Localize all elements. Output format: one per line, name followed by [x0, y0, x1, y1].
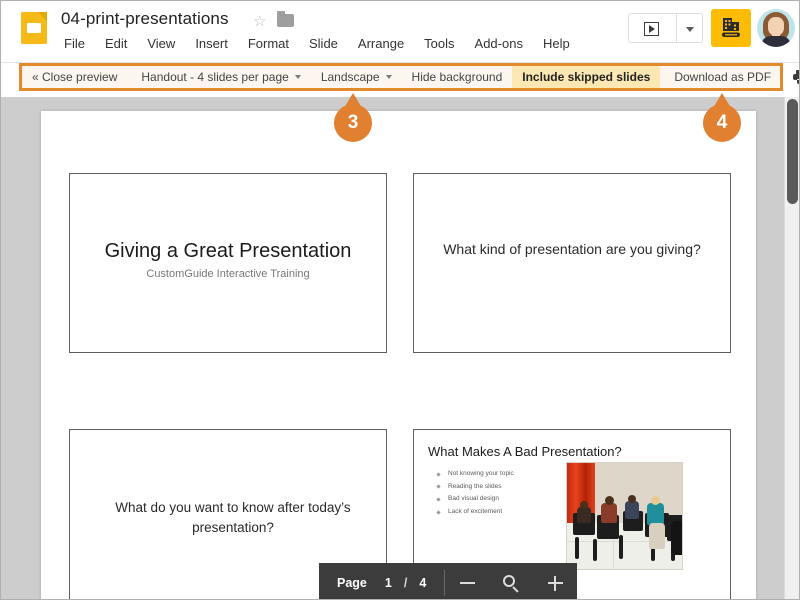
orientation-dropdown-label: Landscape [320, 70, 380, 84]
slide-thumbnail-1[interactable]: Giving a Great Presentation CustomGuide … [69, 173, 387, 353]
printer-icon [793, 70, 799, 84]
minus-icon [459, 582, 475, 584]
hide-background-button[interactable]: Hide background [402, 66, 513, 88]
callout-badge-3: 3 [334, 93, 372, 142]
present-options-button[interactable] [676, 13, 703, 43]
zoom-reset-button[interactable] [489, 563, 533, 599]
zoom-in-button[interactable] [533, 563, 577, 599]
chevron-down-icon [294, 75, 301, 79]
menu-bar: File Edit View Insert Format Slide Arran… [61, 35, 573, 52]
menu-item-file[interactable]: File [61, 35, 88, 52]
current-page-value[interactable]: 1 [377, 576, 400, 590]
share-lock-icon [722, 18, 740, 37]
print-preview-toolbar: « Close preview Handout - 4 slides per p… [19, 63, 799, 91]
layout-dropdown[interactable]: Handout - 4 slides per page [131, 66, 310, 88]
chevron-down-icon [385, 75, 392, 79]
bored-audience-photo [566, 462, 683, 570]
menu-item-arrange[interactable]: Arrange [355, 35, 407, 52]
orientation-dropdown[interactable]: Landscape [311, 66, 402, 88]
list-item: Bad visual design [436, 493, 514, 506]
slide-4-title: What Makes A Bad Presentation? [428, 444, 622, 459]
share-button[interactable] [711, 9, 751, 47]
page-title[interactable]: 04-print-presentations [61, 9, 229, 29]
list-item: Not knowing your topic [436, 468, 514, 481]
print-button[interactable]: Print [787, 70, 799, 84]
page-control-bar: Page 1 / 4 [319, 563, 578, 599]
scrollbar-thumb[interactable] [787, 99, 798, 204]
menu-item-slide[interactable]: Slide [306, 35, 341, 52]
avatar-body [761, 36, 791, 47]
menu-item-insert[interactable]: Insert [192, 35, 231, 52]
page-separator: / [403, 576, 408, 590]
include-skipped-slides-button[interactable]: Include skipped slides [512, 66, 661, 88]
list-item: Lack of excitement [436, 506, 514, 519]
slides-doc-icon [21, 12, 47, 44]
download-as-pdf-button[interactable]: Download as PDF [664, 66, 781, 88]
app-header: 04-print-presentations ☆ File Edit View … [1, 1, 799, 63]
folder-icon[interactable] [277, 11, 294, 27]
slide-thumbnail-2[interactable]: What kind of presentation are you giving… [413, 173, 731, 353]
menu-item-edit[interactable]: Edit [102, 35, 130, 52]
page-label: Page [337, 576, 367, 590]
avatar[interactable] [757, 9, 795, 47]
close-preview-button[interactable]: « Close preview [22, 66, 127, 88]
star-icon[interactable]: ☆ [253, 14, 266, 29]
print-page: Giving a Great Presentation CustomGuide … [41, 111, 756, 599]
total-pages-value: 4 [419, 576, 427, 590]
present-play-icon [644, 22, 659, 36]
zoom-out-button[interactable] [445, 563, 489, 599]
present-button[interactable] [628, 13, 676, 43]
slide-1-subtitle: CustomGuide Interactive Training [146, 268, 310, 280]
slide-2-title: What kind of presentation are you giving… [443, 241, 701, 257]
callout-badge-4: 4 [703, 93, 741, 142]
slide-3-title: What do you want to know after today’s p… [115, 500, 351, 535]
slide-1-title: Giving a Great Presentation [104, 240, 352, 262]
slide-4-bullet-list: Not knowing your topic Reading the slide… [436, 468, 514, 519]
menu-item-help[interactable]: Help [540, 35, 573, 52]
menu-item-tools[interactable]: Tools [421, 35, 457, 52]
plus-icon [547, 575, 563, 591]
preview-canvas: Giving a Great Presentation CustomGuide … [1, 97, 799, 599]
magnifier-icon [502, 574, 520, 593]
app-window: 04-print-presentations ☆ File Edit View … [0, 0, 800, 600]
menu-item-addons[interactable]: Add-ons [472, 35, 526, 52]
vertical-scrollbar[interactable] [784, 97, 799, 599]
menu-item-format[interactable]: Format [245, 35, 292, 52]
list-item: Reading the slides [436, 481, 514, 494]
layout-dropdown-label: Handout - 4 slides per page [141, 70, 289, 84]
menu-item-view[interactable]: View [144, 35, 178, 52]
